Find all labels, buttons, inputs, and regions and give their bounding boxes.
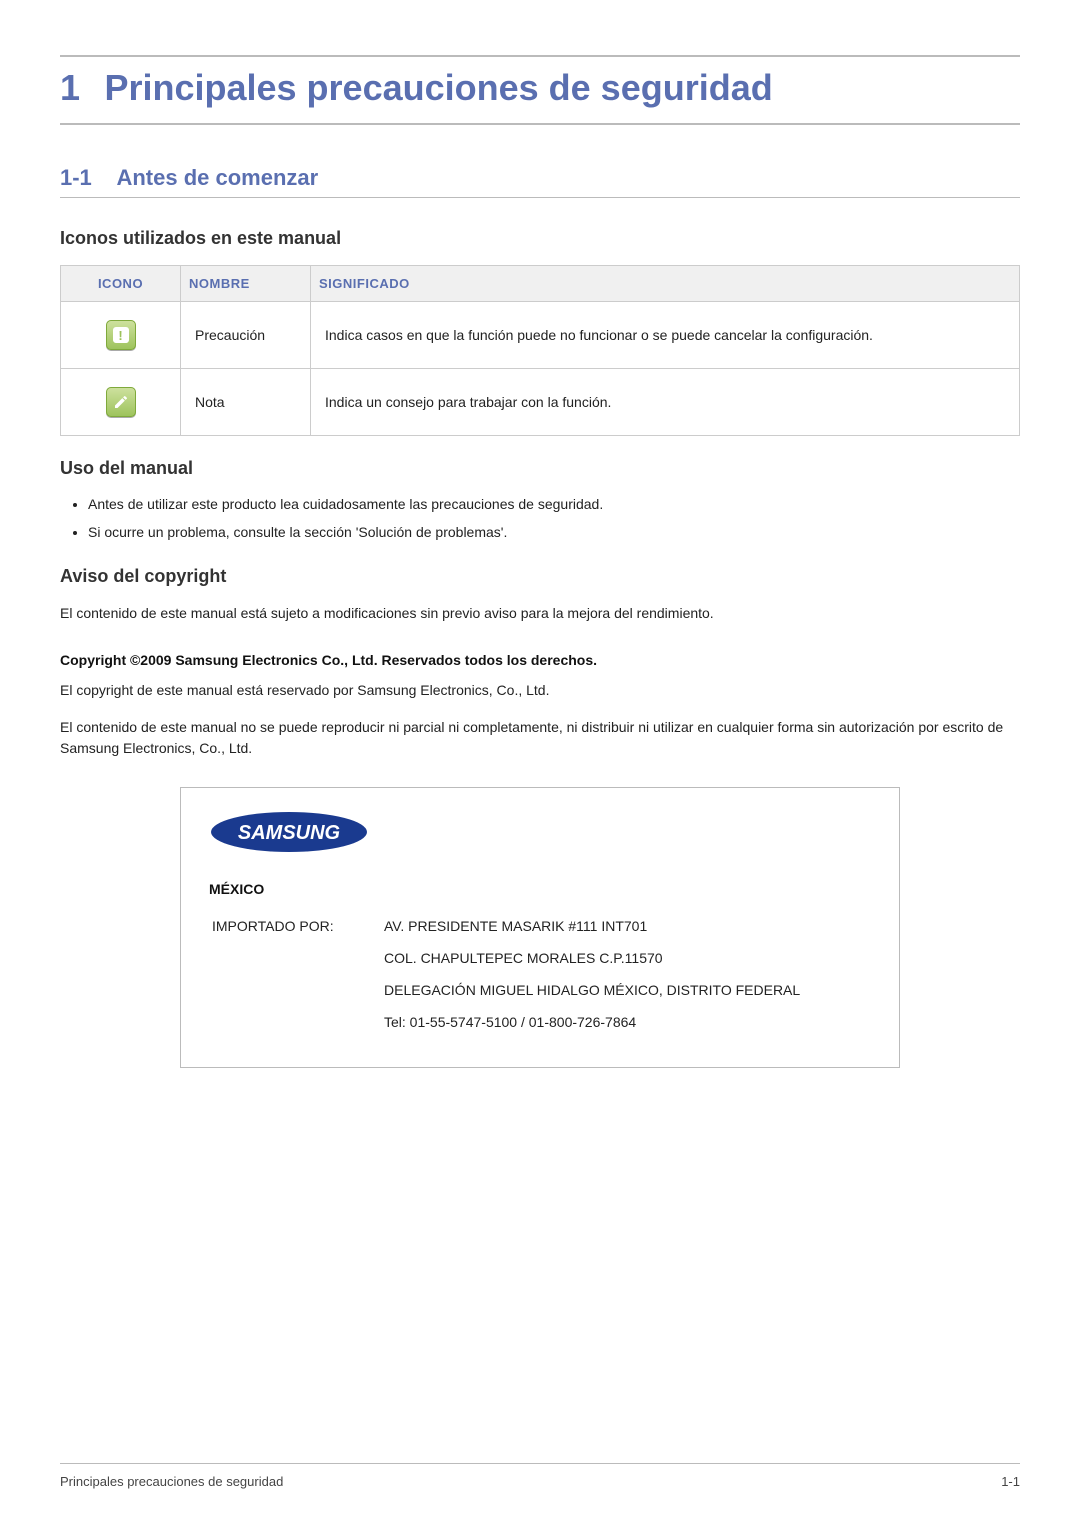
th-name: NOMBRE (181, 266, 311, 302)
import-line: DELEGACIÓN MIGUEL HIDALGO MÉXICO, DISTRI… (383, 975, 801, 1005)
note-icon (106, 387, 136, 417)
th-icon: ICONO (61, 266, 181, 302)
importer-table: IMPORTADO POR: AV. PRESIDENTE MASARIK #1… (209, 909, 803, 1039)
chapter-title-text: Principales precauciones de seguridad (104, 67, 772, 108)
subhead-copyright: Aviso del copyright (60, 566, 1020, 587)
icon-meaning-table: ICONO NOMBRE SIGNIFICADO ! Precaución In… (60, 265, 1020, 436)
row-meaning: Indica un consejo para trabajar con la f… (311, 369, 1020, 436)
import-line: Tel: 01-55-5747-5100 / 01-800-726-7864 (383, 1007, 801, 1037)
samsung-logo-icon: SAMSUNG (209, 810, 369, 854)
copyright-p2: El copyright de este manual está reserva… (60, 680, 1020, 701)
subhead-icons: Iconos utilizados en este manual (60, 228, 1020, 249)
import-line: AV. PRESIDENTE MASARIK #111 INT701 (383, 911, 801, 941)
section-heading: 1-1 Antes de comenzar (60, 165, 1020, 198)
section-number: 1-1 (60, 165, 112, 191)
importer-info-box: SAMSUNG MÉXICO IMPORTADO POR: AV. PRESID… (180, 787, 900, 1068)
table-row: Nota Indica un consejo para trabajar con… (61, 369, 1020, 436)
th-meaning: SIGNIFICADO (311, 266, 1020, 302)
copyright-p1: El contenido de este manual está sujeto … (60, 603, 1020, 624)
section-title-text: Antes de comenzar (116, 165, 318, 190)
subhead-usage: Uso del manual (60, 458, 1020, 479)
footer-right: 1-1 (1001, 1474, 1020, 1489)
usage-bullets: Antes de utilizar este producto lea cuid… (88, 495, 1020, 542)
row-meaning: Indica casos en que la función puede no … (311, 302, 1020, 369)
chapter-heading: 1 Principales precauciones de seguridad (60, 55, 1020, 125)
svg-text:SAMSUNG: SAMSUNG (238, 822, 340, 844)
footer-left: Principales precauciones de seguridad (60, 1474, 283, 1489)
import-label: IMPORTADO POR: (211, 911, 381, 941)
list-item: Antes de utilizar este producto lea cuid… (88, 495, 1020, 515)
page-footer: Principales precauciones de seguridad 1-… (60, 1463, 1020, 1489)
row-name: Nota (181, 369, 311, 436)
row-name: Precaución (181, 302, 311, 369)
table-row: ! Precaución Indica casos en que la func… (61, 302, 1020, 369)
caution-icon: ! (106, 320, 136, 350)
copyright-bold: Copyright ©2009 Samsung Electronics Co.,… (60, 652, 1020, 668)
list-item: Si ocurre un problema, consulte la secci… (88, 523, 1020, 543)
chapter-number: 1 (60, 67, 100, 109)
country-label: MÉXICO (209, 881, 871, 897)
copyright-p3: El contenido de este manual no se puede … (60, 717, 1020, 759)
import-line: COL. CHAPULTEPEC MORALES C.P.11570 (383, 943, 801, 973)
